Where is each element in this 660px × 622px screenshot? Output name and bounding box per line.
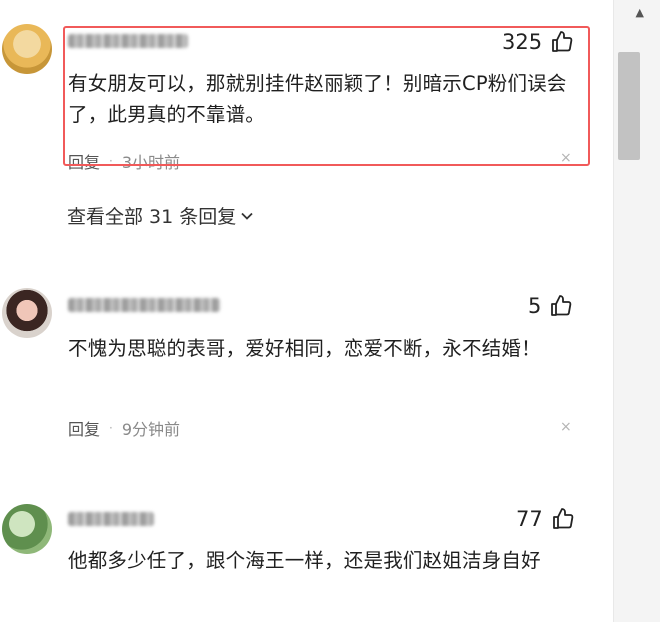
thumbs-up-icon	[552, 508, 574, 529]
comment-text: 他都多少任了，跟个海王一样，还是我们赵姐洁身自好	[68, 549, 541, 572]
username-blurred[interactable]	[68, 512, 154, 526]
avatar[interactable]	[2, 504, 52, 554]
comment-meta: 回复 · 9分钟前	[68, 416, 180, 440]
avatar[interactable]	[2, 24, 52, 74]
like-button[interactable]: 5	[528, 294, 573, 318]
scrollbar[interactable]: ▲	[613, 0, 660, 622]
reply-button[interactable]: 回复	[68, 416, 100, 440]
like-count: 5	[528, 294, 542, 318]
comment-text: 不愧为思聪的表哥，爱好相同，恋爱不断，永不结婚！	[68, 337, 541, 360]
chevron-down-icon	[241, 212, 253, 220]
scrollbar-thumb[interactable]	[618, 52, 640, 160]
separator-dot: ·	[109, 421, 113, 435]
username-blurred[interactable]	[68, 298, 220, 312]
like-count: 77	[516, 507, 543, 531]
timestamp: 9分钟前	[121, 420, 181, 439]
like-button[interactable]: 77	[516, 507, 575, 531]
view-all-replies-label: 查看全部 31 条回复	[67, 206, 237, 228]
avatar[interactable]	[2, 288, 52, 338]
close-icon[interactable]: ×	[560, 419, 572, 435]
view-all-replies-button[interactable]: 查看全部 31 条回复	[67, 202, 254, 229]
thumbs-up-icon	[551, 295, 572, 316]
scroll-up-icon[interactable]: ▲	[636, 6, 644, 19]
highlight-box	[63, 26, 590, 166]
